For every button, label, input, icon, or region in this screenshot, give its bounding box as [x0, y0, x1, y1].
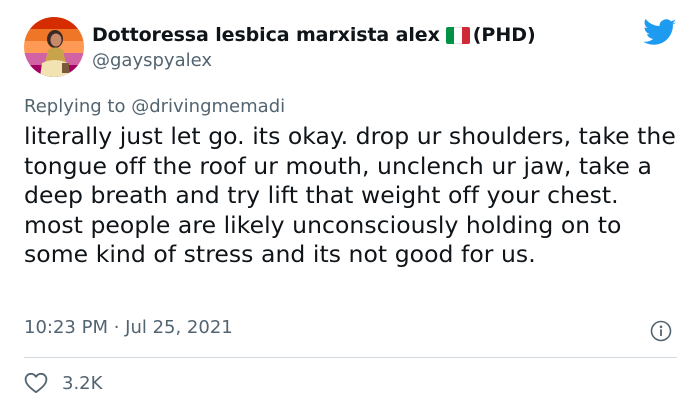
heart-icon[interactable]	[24, 372, 48, 394]
author-name-row[interactable]: Dottoressa lesbica marxista alex (PHD)	[92, 22, 536, 48]
tweet-card: Dottoressa lesbica marxista alex (PHD) @…	[0, 0, 700, 411]
info-icon[interactable]	[650, 320, 672, 342]
replying-to-line: Replying to @drivingmemadi	[24, 96, 285, 117]
reply-mention-link[interactable]: @drivingmemadi	[131, 96, 285, 117]
author-display-name[interactable]: Dottoressa lesbica marxista alex	[92, 24, 440, 46]
author-display-name-suffix[interactable]: (PHD)	[473, 24, 536, 46]
italy-flag-icon	[445, 26, 470, 44]
like-count: 3.2K	[62, 372, 103, 394]
like-button[interactable]: 3.2K	[24, 371, 102, 395]
twitter-bird-icon[interactable]	[643, 19, 677, 47]
tweet-text: literally just let go. its okay. drop ur…	[24, 122, 676, 268]
divider	[24, 357, 677, 358]
tweet-timestamp[interactable]: 10:23 PM · Jul 25, 2021	[24, 317, 233, 338]
avatar[interactable]	[24, 17, 84, 77]
replying-to-prefix: Replying to	[24, 96, 132, 117]
avatar-image	[24, 17, 84, 77]
author-handle[interactable]: @gayspyalex	[92, 50, 212, 71]
